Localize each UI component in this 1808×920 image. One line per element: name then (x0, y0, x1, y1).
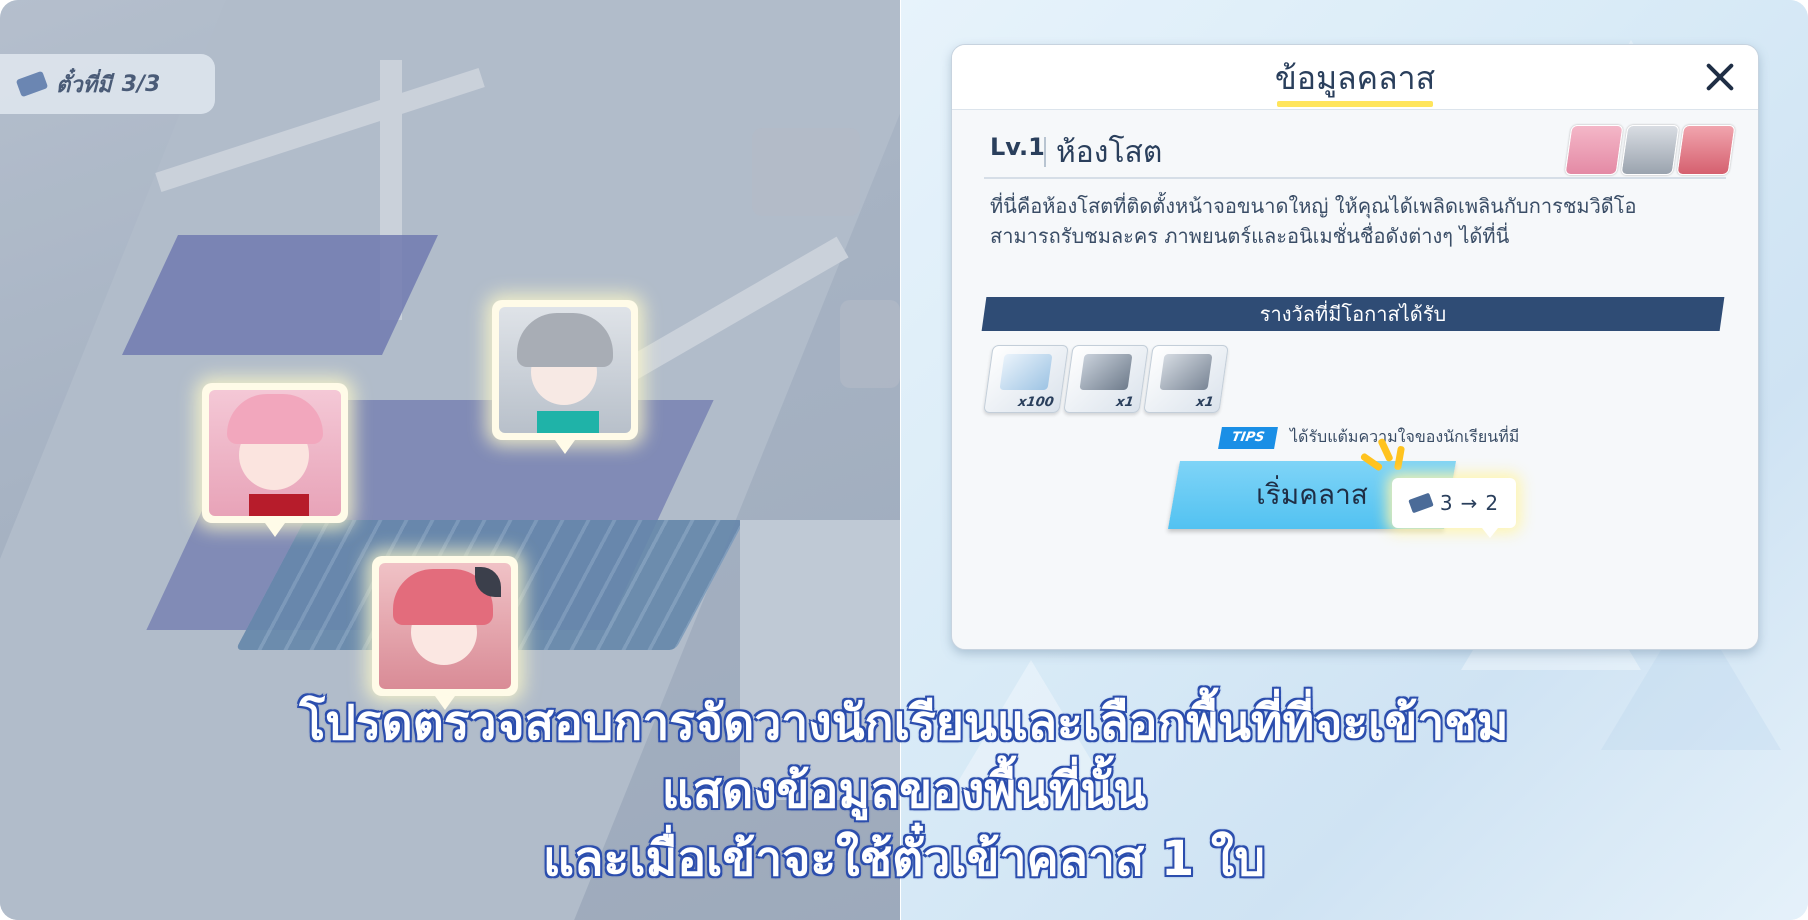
reward-qty: x1 (1195, 395, 1215, 410)
exp-report-icon (999, 354, 1053, 390)
title-underline (1277, 101, 1433, 107)
ticket-cost-from: 3 (1439, 491, 1453, 515)
student-avatar (1676, 125, 1736, 175)
dialog-title: ข้อมูลคลาส (1274, 59, 1436, 97)
caption-line: โปรดตรวจสอบการจัดวางนักเรียนและเลือกพื้น… (299, 695, 1509, 751)
ticket-cost-bubble: 3 → 2 (1392, 478, 1516, 538)
ticket-count: 3/3 (121, 71, 161, 97)
student-marker-red[interactable] (372, 556, 518, 710)
reward-item[interactable]: x1 (1063, 345, 1149, 413)
description-line: สามารถรับชมละคร ภาพยนตร์และอนิเมชั่นชื่อ… (990, 224, 1510, 248)
student-portrait (379, 563, 511, 689)
class-info-dialog: ข้อมูลคลาส Lv.1 ห้องโสต ที่นี่คือห้องโสต… (951, 44, 1759, 650)
mystery-book-icon (1159, 354, 1213, 390)
student-portrait (209, 390, 341, 516)
ticket-label: ตั๋วที่มี (56, 72, 112, 98)
rewards-header: รางวัลที่มีโอกาสได้รับ (1259, 302, 1447, 326)
arrow-right-icon: → (1460, 491, 1478, 515)
caption-line: และเมื่อเข้าจะใช้ตั๋วเข้าคลาส 1 ใบ (543, 831, 1265, 887)
description-line: ที่นี่คือห้องโสตที่ติดตั้งหน้าจอขนาดใหญ่… (990, 194, 1637, 218)
ticket-counter: ตั๋วที่มี 3/3 (0, 54, 215, 114)
student-marker-pink[interactable] (202, 383, 348, 537)
student-avatar (1564, 125, 1624, 175)
reward-qty: x100 (1017, 395, 1055, 410)
header-divider (984, 177, 1726, 179)
tips-badge: TIPS (1218, 427, 1278, 449)
room-description: ที่นี่คือห้องโสตที่ติดตั้งหน้าจอขนาดใหญ่… (990, 191, 1730, 251)
student-avatar (1620, 125, 1680, 175)
ticket-cost-to: 2 (1485, 491, 1499, 515)
level-separator (1044, 137, 1046, 167)
class-level: Lv.1 (990, 133, 1045, 161)
dialog-header: ข้อมูลคลาส (952, 45, 1758, 110)
room-name: ห้องโสต (1056, 135, 1163, 170)
reward-qty: x1 (1115, 395, 1135, 410)
screen: ตั๋วที่มี 3/3 ข้อมูลคลาส Lv.1 ห้องโสต ที… (0, 0, 1808, 920)
ticket-icon (1408, 492, 1434, 514)
close-button[interactable] (1698, 55, 1742, 99)
assigned-students (1564, 125, 1736, 175)
reward-item[interactable]: x1 (1143, 345, 1229, 413)
student-portrait (499, 307, 631, 433)
student-marker-silver[interactable] (492, 300, 638, 454)
caption-line: แสดงข้อมูลของพื้นที่นั้น (661, 763, 1147, 819)
tips-text: ได้รับแต้มความใจของนักเรียนที่มี (1290, 427, 1520, 446)
ticket-icon (15, 70, 49, 98)
reward-list: x100 x1 x1 (983, 345, 1229, 413)
reward-item[interactable]: x100 (983, 345, 1069, 413)
mystery-box-icon (1079, 354, 1133, 390)
